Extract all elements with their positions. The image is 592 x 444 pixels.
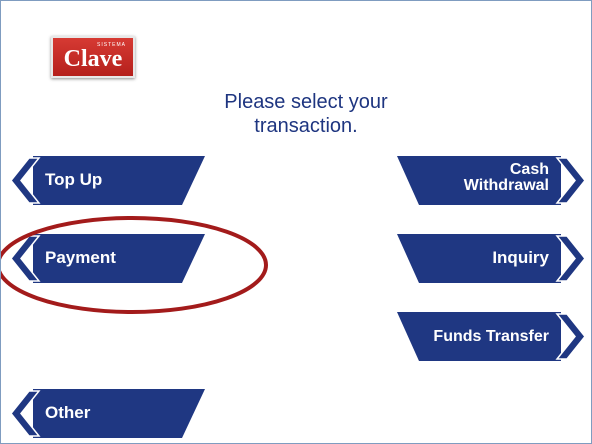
cash-label-line-1: Cash <box>509 161 549 178</box>
other-label: Other <box>45 403 91 422</box>
chevron-left-icon <box>10 390 41 437</box>
atm-screen: SISTEMA Clave Please select your transac… <box>0 0 592 444</box>
chevron-left-icon <box>10 235 41 282</box>
top-up-label: Top Up <box>45 170 103 189</box>
cash-label-line-2: Withdrawal <box>463 177 549 194</box>
top-up-button[interactable]: Top Up <box>10 156 205 205</box>
inquiry-button[interactable]: Inquiry <box>397 234 586 283</box>
logo-main-text: Clave <box>63 46 123 72</box>
prompt-line-1: Please select your <box>224 91 388 113</box>
clave-logo: SISTEMA Clave <box>51 36 135 78</box>
prompt-line-2: transaction. <box>254 115 358 137</box>
funds-transfer-button[interactable]: Funds Transfer <box>397 312 586 361</box>
funds-transfer-label: Funds Transfer <box>433 328 549 345</box>
cash-withdrawal-label: Cash Withdrawal <box>464 162 549 194</box>
payment-button[interactable]: Payment <box>10 234 205 283</box>
inquiry-label: Inquiry <box>492 248 549 267</box>
chevron-left-icon <box>10 157 41 204</box>
cash-withdrawal-button[interactable]: Cash Withdrawal <box>397 156 586 205</box>
other-button[interactable]: Other <box>10 389 205 438</box>
chevron-right-icon <box>555 235 586 282</box>
transaction-prompt: Please select your transaction. <box>181 90 431 138</box>
payment-label: Payment <box>45 248 116 267</box>
